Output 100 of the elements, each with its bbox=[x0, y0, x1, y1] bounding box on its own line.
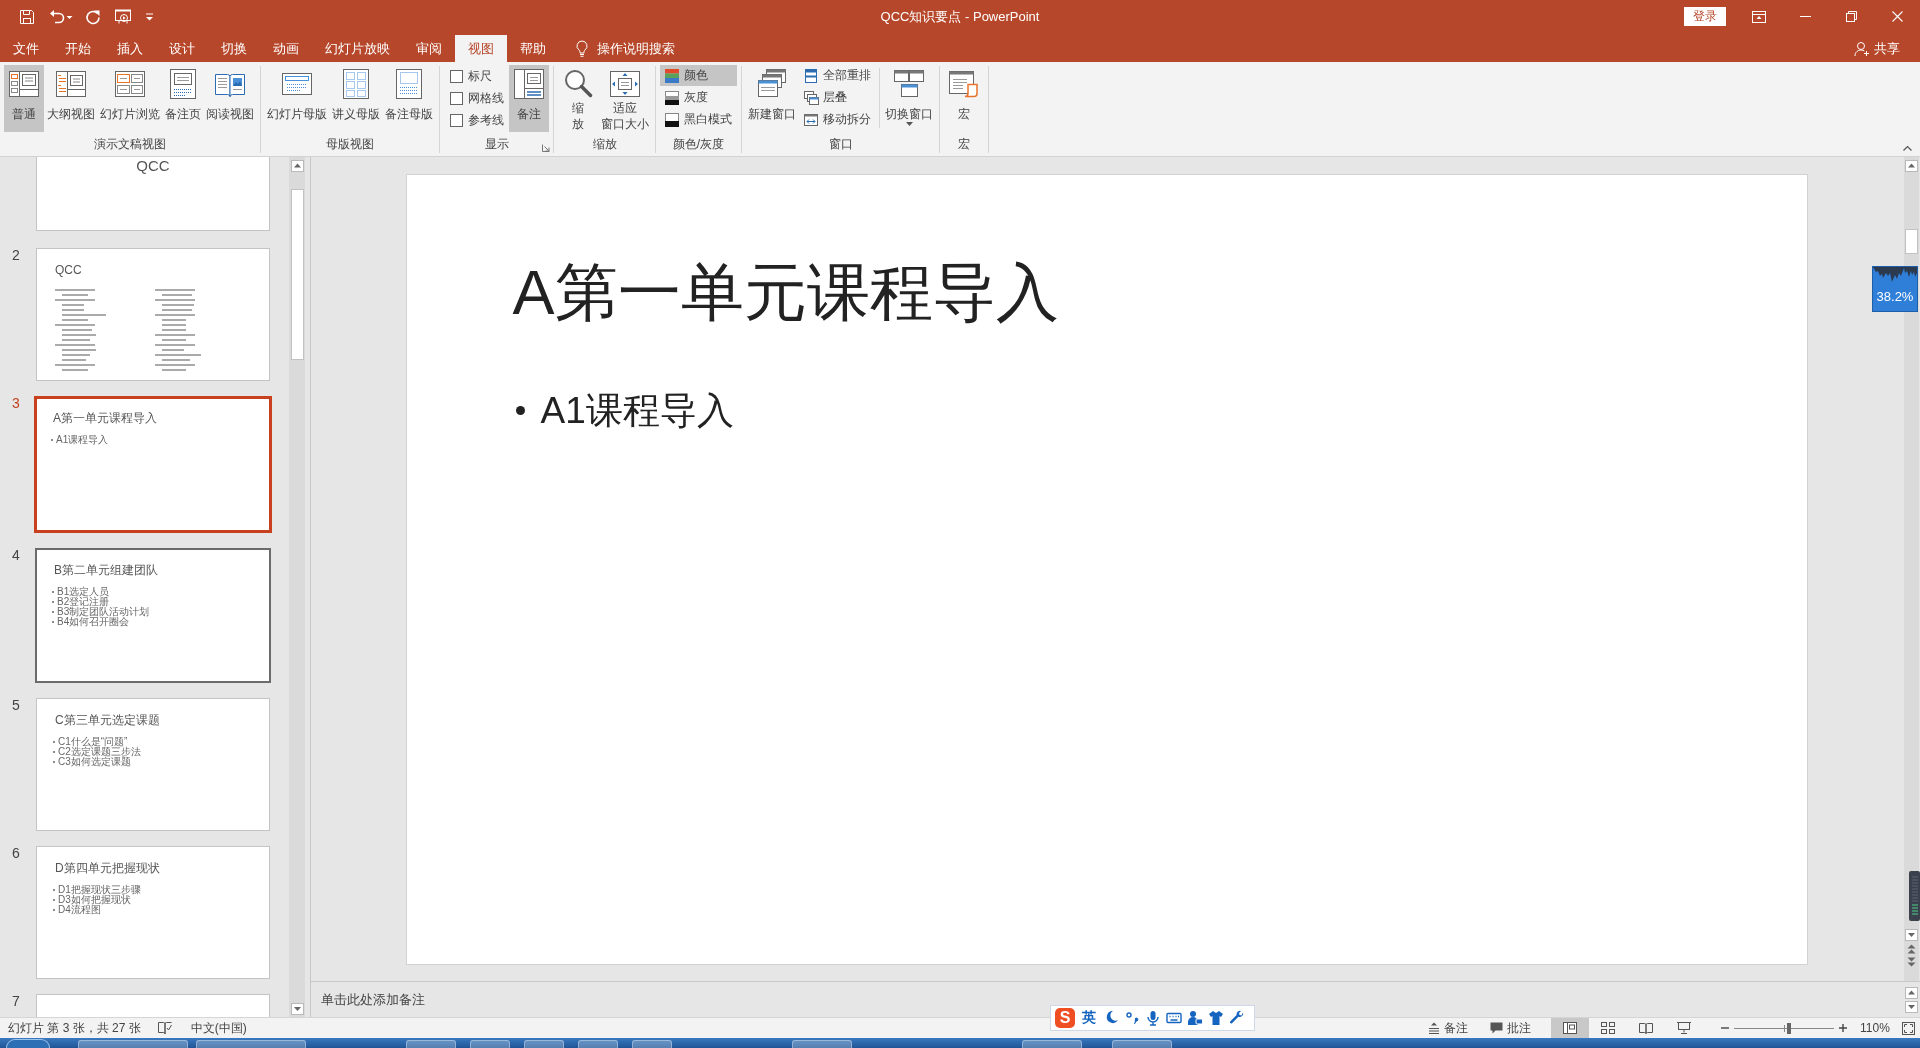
ribbon-tab[interactable]: 设计 bbox=[156, 35, 208, 62]
ribbon-button[interactable]: 阅读视图 bbox=[204, 65, 256, 132]
ribbon-button[interactable]: 颜色 bbox=[660, 65, 737, 86]
slide-title[interactable]: A第一单元课程导入 bbox=[512, 255, 1059, 328]
slide-bullet[interactable]: A1课程导入 bbox=[540, 385, 734, 436]
swatch-icon bbox=[664, 89, 680, 106]
checkbox[interactable] bbox=[450, 113, 463, 127]
caret-icon bbox=[905, 122, 913, 126]
next-slide-icon[interactable] bbox=[1906, 957, 1916, 967]
presentation-icon[interactable] bbox=[114, 8, 132, 25]
keyboard-icon[interactable] bbox=[1166, 1010, 1182, 1026]
slide-thumbnail[interactable]: QCC bbox=[36, 248, 270, 381]
scroll-up-icon[interactable] bbox=[1904, 160, 1918, 172]
ribbon-button[interactable]: 全部重排 bbox=[799, 65, 876, 86]
notes-button[interactable]: 备注 bbox=[1425, 1018, 1471, 1038]
ribbon-button[interactable]: 移动拆分 bbox=[799, 109, 876, 130]
panes-icon bbox=[8, 68, 40, 100]
checkbox[interactable] bbox=[450, 91, 463, 105]
ribbon-tab[interactable]: 审阅 bbox=[403, 35, 455, 62]
ribbon-button[interactable]: 大纲视图 bbox=[45, 65, 97, 132]
ribbon-tab[interactable]: 动画 bbox=[260, 35, 312, 62]
dialog-launcher-icon[interactable] bbox=[542, 144, 550, 152]
scroll-down-icon[interactable] bbox=[290, 1003, 304, 1015]
fit-window-icon[interactable] bbox=[1902, 1021, 1915, 1035]
ribbon-button[interactable]: 黑白模式 bbox=[660, 109, 737, 130]
ribbon-button[interactable]: 普通 bbox=[4, 65, 44, 132]
checkbox-option[interactable]: 参考线 bbox=[444, 109, 508, 131]
scroll-up-icon[interactable] bbox=[1904, 986, 1918, 999]
ribbon-button[interactable]: 适应 窗口大小 bbox=[599, 65, 651, 132]
scroll-down-icon[interactable] bbox=[1904, 929, 1918, 941]
language-indicator[interactable]: 中文(中国) bbox=[190, 1019, 247, 1037]
ribbon-tab[interactable]: 插入 bbox=[104, 35, 156, 62]
ribbon-button[interactable]: 层叠 bbox=[799, 87, 876, 108]
scrollbar-thumb[interactable] bbox=[290, 189, 304, 360]
restore-icon[interactable] bbox=[1845, 11, 1857, 22]
ribbon-button[interactable]: 备注 bbox=[509, 65, 549, 132]
ribbon-button[interactable]: 灰度 bbox=[660, 87, 737, 108]
ribbon-button[interactable]: 缩 放 bbox=[558, 65, 598, 132]
ribbon-tab[interactable]: 幻灯片放映 bbox=[312, 35, 403, 62]
checkbox-option[interactable]: 标尺 bbox=[444, 65, 508, 87]
microphone-icon[interactable] bbox=[1145, 1010, 1161, 1026]
thumbnail-bullet: B3制定团队活动计划 bbox=[57, 607, 150, 617]
ribbon-button[interactable]: 幻灯片浏览 bbox=[98, 65, 162, 132]
comments-button[interactable]: 批注 bbox=[1487, 1018, 1534, 1038]
zoom-in-icon[interactable] bbox=[1839, 1024, 1847, 1032]
start-button[interactable] bbox=[6, 1039, 50, 1048]
ribbon-button[interactable]: 备注页 bbox=[163, 65, 203, 132]
slide-thumbnail[interactable]: QCC bbox=[36, 157, 270, 231]
zoom-out-icon[interactable] bbox=[1721, 1024, 1729, 1032]
grid-icon bbox=[1601, 1022, 1615, 1034]
save-icon[interactable] bbox=[19, 8, 35, 25]
thumbnail-title: A第一单元课程导入 bbox=[53, 411, 157, 425]
tell-me-search[interactable]: 操作说明搜索 bbox=[572, 35, 679, 62]
shirt-icon[interactable] bbox=[1208, 1010, 1224, 1026]
undo-icon[interactable] bbox=[49, 8, 65, 25]
previous-slide-icon[interactable] bbox=[1906, 944, 1916, 954]
ribbon-tab[interactable]: 开始 bbox=[52, 35, 104, 62]
redo-icon[interactable] bbox=[85, 8, 101, 25]
ribbon-button[interactable]: 讲义母版 bbox=[330, 65, 382, 132]
slide-thumbnail[interactable]: B第二单元组建团队 B1选定人员 B2登记注册 B3制定团队活动计划 B4如何召开圈会 bbox=[35, 548, 271, 683]
notes-icon bbox=[1428, 1022, 1440, 1034]
close-icon[interactable] bbox=[1891, 11, 1903, 22]
thumbnail-bullet: B1选定人员 bbox=[57, 587, 110, 597]
usage-widget[interactable]: 38.2% bbox=[1872, 266, 1918, 312]
slide-thumbnail[interactable]: D第四单元把握现状 D1把握现状三步骤 D3如何把握现状 D4流程图 bbox=[36, 846, 270, 979]
ribbon-button[interactable]: 新建窗口 bbox=[746, 65, 798, 132]
ribbon-button[interactable]: 切换窗口 bbox=[883, 65, 935, 132]
slide-thumbnail[interactable]: C第三单元选定课题 C1什么是“问题” C2选定课题三步法 C3如何选定课题 bbox=[36, 698, 270, 831]
ribbon-tab[interactable]: 文件 bbox=[0, 35, 52, 62]
input-mode[interactable]: 英 bbox=[1082, 1009, 1096, 1027]
ribbon-button[interactable]: 备注母版 bbox=[383, 65, 435, 132]
ribbon-tab[interactable]: 切换 bbox=[208, 35, 260, 62]
comment-icon bbox=[1490, 1022, 1503, 1034]
collapse-icon[interactable] bbox=[1903, 145, 1912, 151]
person-icon[interactable] bbox=[1187, 1010, 1203, 1026]
zoom-level[interactable]: 110% bbox=[1860, 1021, 1892, 1035]
scroll-down-icon[interactable] bbox=[1904, 1000, 1918, 1013]
scrollbar[interactable] bbox=[289, 157, 305, 1017]
punctuation-icon[interactable] bbox=[1124, 1010, 1140, 1026]
share-button[interactable]: 共享 bbox=[1852, 35, 1902, 62]
checkbox[interactable] bbox=[450, 69, 463, 83]
view-button[interactable] bbox=[1551, 1018, 1589, 1038]
scroll-up-icon[interactable] bbox=[290, 160, 304, 172]
ribbon-button[interactable]: 幻灯片母版 bbox=[265, 65, 329, 132]
sign-in-button[interactable]: 登录 bbox=[1684, 7, 1726, 26]
ribbon-button[interactable]: 宏 bbox=[944, 65, 984, 132]
thumbnail-bullet: D4流程图 bbox=[58, 905, 101, 915]
scrollbar-thumb[interactable] bbox=[1904, 229, 1918, 254]
slide-thumbnail[interactable]: A第一单元课程导入 A1课程导入 bbox=[34, 396, 272, 533]
wrench-icon[interactable] bbox=[1229, 1010, 1245, 1026]
slide-canvas[interactable]: A第一单元课程导入 A1课程导入 bbox=[406, 174, 1807, 964]
ribbon-tab[interactable]: 帮助 bbox=[507, 35, 559, 62]
thumbnail-bullet: C1什么是“问题” bbox=[58, 737, 128, 747]
slider-thumb[interactable] bbox=[1787, 1022, 1791, 1034]
ime-logo[interactable]: S bbox=[1055, 1008, 1075, 1028]
spellcheck-icon[interactable] bbox=[156, 1021, 173, 1035]
ribbon-display-icon[interactable] bbox=[1752, 10, 1766, 23]
ribbon-tab[interactable]: 视图 bbox=[455, 35, 507, 62]
checkbox-option[interactable]: 网格线 bbox=[444, 87, 508, 109]
notes-field[interactable]: 单击此处添加备注 bbox=[317, 990, 585, 1009]
